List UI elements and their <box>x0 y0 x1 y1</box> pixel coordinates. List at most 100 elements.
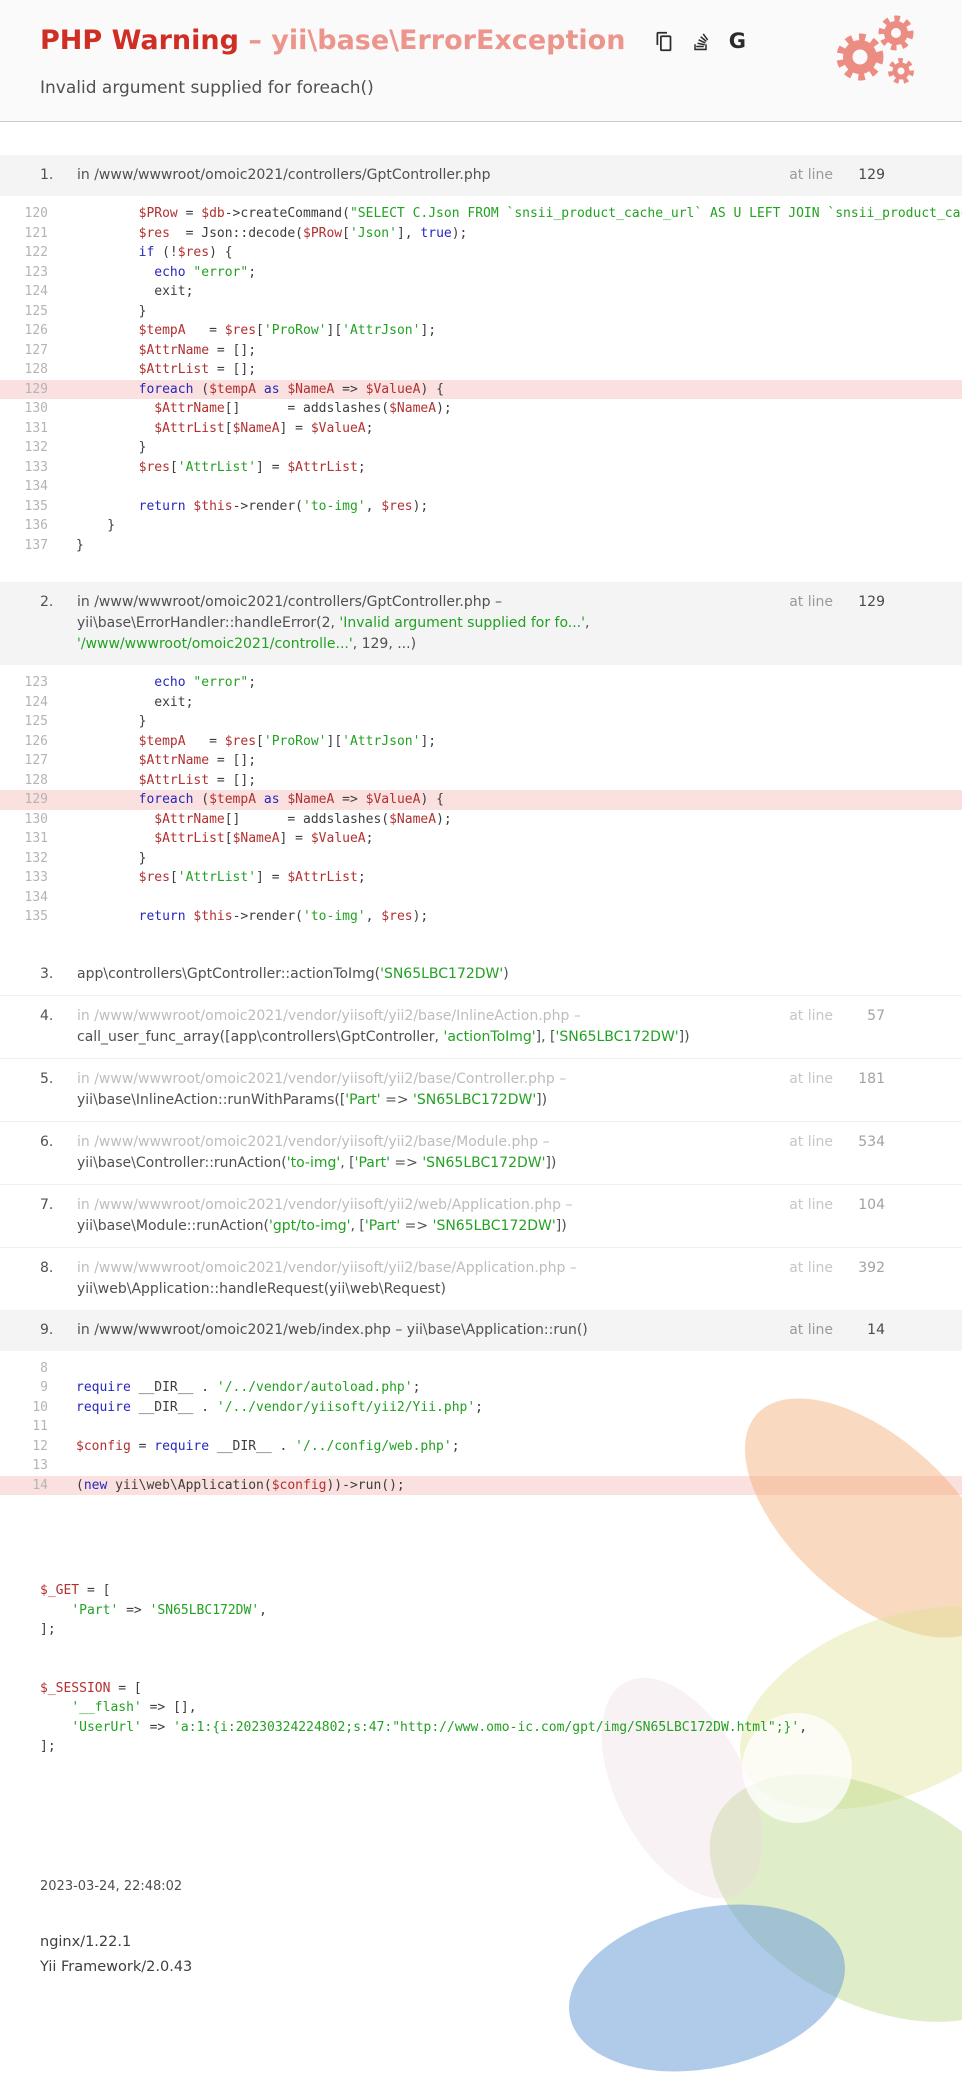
stack-frame-header[interactable]: 2. in /www/wwwroot/omoic2021/controllers/… <box>0 582 962 665</box>
line-number-gutter: 134 <box>24 479 48 494</box>
code-line: 128 $AttrList = []; <box>0 360 962 380</box>
code-line: 135 return $this->render('to-img', $res)… <box>0 907 962 927</box>
code-line: 136 } <box>0 516 962 536</box>
stack-frame-header[interactable]: 9. in /www/wwwroot/omoic2021/web/index.ph… <box>0 1309 962 1351</box>
stack-frame-text: app\controllers\GptController::actionToI… <box>77 965 509 982</box>
stack-frame-text: in /www/wwwroot/omoic2021/vendor/yiisoft… <box>77 1259 577 1297</box>
line-number-gutter: 10 <box>32 1399 48 1415</box>
line-number-gutter: 125 <box>24 714 48 729</box>
line-number-gutter: 120 <box>24 206 48 221</box>
code-line: 122 if (!$res) { <box>0 243 962 263</box>
code-line: 13 <box>0 1456 962 1476</box>
stackoverflow-button[interactable] <box>688 28 712 54</box>
error-message: Invalid argument supplied for foreach() <box>40 78 374 99</box>
stack-frame-text: in /www/wwwroot/omoic2021/web/index.php … <box>77 1321 588 1338</box>
at-line: at line 14 <box>789 1320 885 1341</box>
at-line-label: at line <box>789 1070 833 1087</box>
stack-frame-number: 8. <box>40 1259 54 1276</box>
code-line: 10 require __DIR__ . '/../vendor/yiisoft/… <box>0 1398 962 1418</box>
line-number-gutter: 121 <box>24 225 48 241</box>
stack-frame-header[interactable]: 6. in /www/wwwroot/omoic2021/vendor/yiiso… <box>0 1120 962 1184</box>
copy-button[interactable] <box>651 28 675 54</box>
stack-frame-number: 5. <box>40 1070 54 1087</box>
line-number: 104 <box>858 1196 885 1213</box>
stack-frame-header[interactable]: 1. in /www/wwwroot/omoic2021/controllers/… <box>0 155 962 196</box>
at-line: at line 392 <box>789 1258 885 1279</box>
line-number-gutter: 11 <box>32 1419 48 1434</box>
stack-frame-number: 7. <box>40 1196 54 1213</box>
at-line-label: at line <box>789 1196 833 1213</box>
line-number-gutter: 126 <box>24 323 48 338</box>
line-number-gutter: 132 <box>24 440 48 455</box>
line-number-gutter: 124 <box>24 694 48 710</box>
stack-frame-text: in /www/wwwroot/omoic2021/vendor/yiisoft… <box>77 1070 567 1108</box>
framework-version: Yii Framework/2.0.43 <box>40 1958 193 1975</box>
error-type: PHP Warning <box>40 25 239 56</box>
request-dump-line <box>40 1659 922 1679</box>
stack-frame: 5. in /www/wwwroot/omoic2021/vendor/yiiso… <box>0 1057 962 1121</box>
line-number-gutter: 9 <box>40 1380 48 1395</box>
code-line: 131 $AttrList[$NameA] = $ValueA; <box>0 419 962 439</box>
line-number-gutter: 131 <box>24 420 48 436</box>
stack-frame-number: 1. <box>40 167 54 183</box>
line-number-gutter: 135 <box>24 909 48 924</box>
line-number-gutter: 134 <box>24 889 48 905</box>
stack-frame-header[interactable]: 8. in /www/wwwroot/omoic2021/vendor/yiiso… <box>0 1246 962 1310</box>
line-number-gutter: 135 <box>24 498 48 514</box>
code-line: 130 $AttrName[] = addslashes($NameA); <box>0 399 962 419</box>
error-code-line: 129 foreach ($tempA as $NameA => $ValueA… <box>0 379 962 399</box>
request-dump-line: 'UserUrl' => 'a:1:{i:20230324224802;s:47… <box>71 1719 808 1735</box>
code-line: 121 $res = Json::decode($PRow['Json'], t… <box>0 224 962 244</box>
request-dump-line <box>40 1640 922 1660</box>
line-number-gutter: 12 <box>32 1438 48 1454</box>
error-summary: PHP Warning – yii\base\ErrorException G <box>0 0 962 122</box>
page-footer: 2023-03-24, 22:48:02 nginx/1.22.1 Yii Fr… <box>40 1879 922 1980</box>
line-number: 534 <box>858 1133 885 1150</box>
stack-frame: 2. in /www/wwwroot/omoic2021/controllers/… <box>0 582 962 927</box>
at-line-label: at line <box>789 594 833 610</box>
line-number-gutter: 128 <box>24 362 48 377</box>
stack-frame-header[interactable]: 7. in /www/wwwroot/omoic2021/vendor/yiiso… <box>0 1183 962 1247</box>
timestamp: 2023-03-24, 22:48:02 <box>40 1878 183 1894</box>
line-number-gutter: 127 <box>24 342 48 358</box>
request-dump-line: ]; <box>40 1622 56 1637</box>
line-number-gutter: 8 <box>40 1360 48 1376</box>
google-search-button[interactable]: G <box>725 28 749 54</box>
stack-frame-header[interactable]: 5. in /www/wwwroot/omoic2021/vendor/yiiso… <box>0 1057 962 1121</box>
stack-frame: 7. in /www/wwwroot/omoic2021/vendor/yiiso… <box>0 1183 962 1247</box>
line-number-gutter: 128 <box>24 772 48 788</box>
line-number: 392 <box>858 1259 885 1276</box>
line-number-gutter: 129 <box>24 381 48 397</box>
request-dump-line: 'Part' => 'SN65LBC172DW', <box>71 1602 267 1618</box>
error-code-line: 129 foreach ($tempA as $NameA => $ValueA… <box>0 790 962 810</box>
code-line: 128 $AttrList = []; <box>0 771 962 791</box>
stack-frame-header[interactable]: 3. app\controllers\GptController::actionT… <box>0 954 962 995</box>
stack-frame: 4. in /www/wwwroot/omoic2021/vendor/yiiso… <box>0 994 962 1058</box>
at-line: at line 181 <box>789 1069 885 1090</box>
code-line: 133 $res['AttrList'] = $AttrList; <box>0 868 962 888</box>
code-line: 125 } <box>0 302 962 322</box>
line-number-gutter: 133 <box>24 870 48 885</box>
stack-frame: 8. in /www/wwwroot/omoic2021/vendor/yiiso… <box>0 1246 962 1310</box>
line-number-gutter: 129 <box>24 792 48 807</box>
line-number-gutter: 124 <box>24 284 48 299</box>
stack-frame: 9. in /www/wwwroot/omoic2021/web/index.ph… <box>0 1309 962 1495</box>
line-number-gutter: 126 <box>24 733 48 749</box>
stack-frame-header[interactable]: 4. in /www/wwwroot/omoic2021/vendor/yiiso… <box>0 994 962 1058</box>
header-icon-bar: G <box>651 28 749 54</box>
line-number: 14 <box>867 1321 885 1338</box>
line-number-gutter: 133 <box>24 459 48 475</box>
page-title: PHP Warning – yii\base\ErrorException <box>40 25 625 57</box>
at-line: at line 534 <box>789 1132 885 1153</box>
line-number-gutter: 13 <box>32 1458 48 1473</box>
server-version: nginx/1.22.1 <box>40 1933 132 1950</box>
code-line: 8 <box>0 1359 962 1379</box>
code-line: 127 $AttrName = []; <box>0 341 962 361</box>
line-number-gutter: 125 <box>24 303 48 319</box>
stack-frame-text: in /www/wwwroot/omoic2021/controllers/Gp… <box>77 167 491 183</box>
line-number: 129 <box>858 167 885 183</box>
stack-frame-number: 2. <box>40 594 54 610</box>
code-line: 126 $tempA = $res['ProRow']['AttrJson']; <box>0 732 962 752</box>
code-line: 9 require __DIR__ . '/../vendor/autoload.… <box>0 1378 962 1398</box>
exception-class: yii\base\ErrorException <box>271 25 626 56</box>
